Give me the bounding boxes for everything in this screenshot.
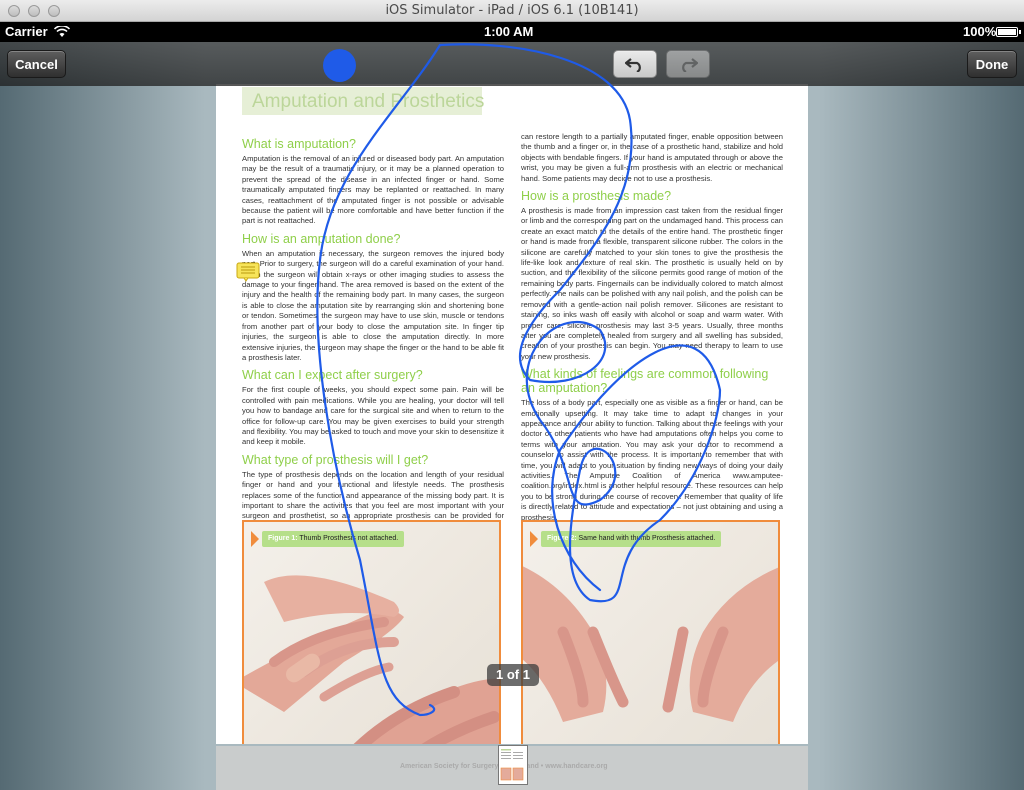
page-count-badge: 1 of 1 bbox=[487, 664, 539, 686]
figure-1: Figure 1: Thumb Prosthesis not attached. bbox=[242, 520, 501, 744]
document-page[interactable]: Amputation and Prosthetics What is amput… bbox=[216, 84, 808, 744]
figure-2: Figure 2: Same hand with thumb Prosthesi… bbox=[521, 520, 780, 744]
battery-percent: 100% bbox=[963, 24, 997, 39]
section-heading: What can I expect after surgery? bbox=[242, 368, 423, 383]
figure-caption: Figure 2: Same hand with thumb Prosthesi… bbox=[541, 531, 722, 547]
top-toolbar: Cancel Done bbox=[0, 42, 1024, 86]
section-heading: How is a prosthesis made? bbox=[521, 189, 672, 204]
done-button[interactable]: Done bbox=[967, 50, 1017, 78]
hand-photo-2 bbox=[523, 566, 778, 722]
battery-icon bbox=[996, 27, 1021, 37]
window-title: iOS Simulator - iPad / iOS 6.1 (10B141) bbox=[385, 3, 639, 18]
section-heading: What is amputation? bbox=[242, 137, 356, 151]
carrier-label: Carrier bbox=[5, 24, 48, 39]
hand-photo-1 bbox=[244, 575, 499, 744]
undo-button[interactable] bbox=[613, 50, 657, 78]
section-heading: What type of prosthesis will I get? bbox=[242, 452, 429, 467]
simulator-title-bar: iOS Simulator - iPad / iOS 6.1 (10B141) bbox=[0, 0, 1024, 22]
section-body: A prosthesis is made from an impression … bbox=[521, 206, 783, 361]
right-text-column: can restore length to a partially amputa… bbox=[521, 132, 783, 523]
redo-button[interactable] bbox=[666, 50, 710, 78]
page-header-title: Amputation and Prosthetics bbox=[252, 91, 485, 112]
page-thumbnail-image bbox=[500, 749, 524, 781]
sticky-note-icon[interactable] bbox=[236, 262, 260, 282]
caption-marker bbox=[530, 531, 538, 547]
section-body: For the first couple of weeks, you shoul… bbox=[242, 385, 504, 447]
section-body: can restore length to a partially amputa… bbox=[521, 132, 783, 183]
section-heading: What kinds of feelings are common follow… bbox=[521, 367, 769, 396]
undo-icon bbox=[624, 58, 641, 73]
clock-label: 1:00 AM bbox=[484, 24, 534, 39]
wifi-icon bbox=[54, 26, 70, 37]
ink-color-button[interactable] bbox=[323, 49, 356, 82]
section-body: Amputation is the removal of an injured … bbox=[242, 154, 504, 226]
section-body: The loss of a body part, especially one … bbox=[521, 398, 783, 522]
redo-icon bbox=[682, 58, 699, 73]
caption-marker bbox=[251, 531, 259, 547]
page-thumbnail[interactable] bbox=[498, 745, 528, 785]
status-bar: Carrier 1:00 AM 100% bbox=[0, 22, 1024, 42]
left-text-column: What is amputation? Amputation is the re… bbox=[242, 132, 504, 532]
section-body: When an amputation is necessary, the sur… bbox=[242, 248, 504, 362]
figure-caption: Figure 1: Thumb Prosthesis not attached. bbox=[262, 531, 405, 547]
section-heading: How is an amputation done? bbox=[242, 231, 401, 246]
cancel-button[interactable]: Cancel bbox=[7, 50, 66, 78]
